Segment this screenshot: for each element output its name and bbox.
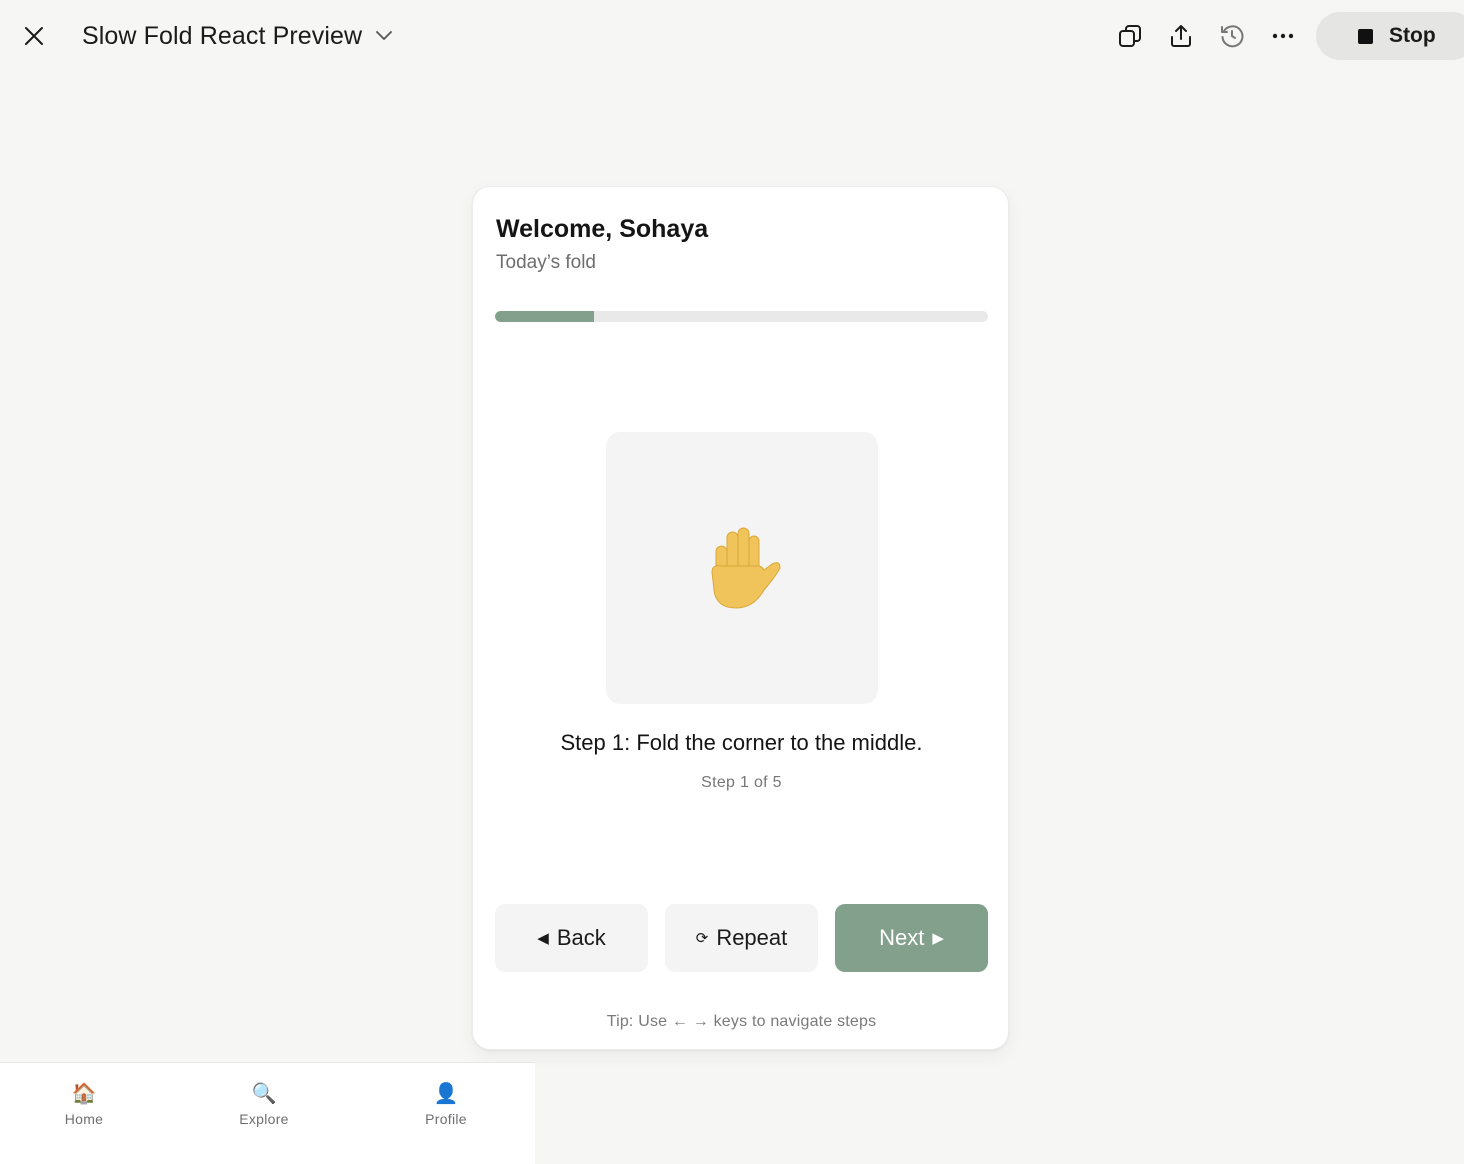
- next-label: Next: [879, 925, 925, 950]
- step-illustration: [606, 432, 878, 704]
- window-title: Slow Fold React Preview: [82, 21, 363, 50]
- welcome-heading: Welcome, Sohaya: [496, 215, 709, 243]
- share-button[interactable]: [1163, 18, 1199, 54]
- copy-button[interactable]: [1112, 18, 1148, 54]
- back-button[interactable]: ◀ Back: [495, 904, 648, 972]
- chevron-down-icon: [376, 31, 393, 40]
- home-icon: 🏠: [71, 1083, 97, 1105]
- share-icon: [1171, 25, 1191, 47]
- stop-button[interactable]: Stop: [1316, 12, 1464, 60]
- step-instruction: Step 1: Fold the corner to the middle.: [560, 730, 923, 755]
- top-bar: Slow Fold React Preview Stop: [0, 0, 1464, 72]
- back-arrow-icon: ◀: [537, 930, 549, 947]
- subtitle: Today’s fold: [496, 252, 596, 273]
- app-window: Slow Fold React Preview Stop Welcome, So…: [0, 0, 1464, 1164]
- hand-icon: [711, 527, 781, 609]
- stop-icon: [1358, 28, 1373, 44]
- fold-card: Welcome, Sohaya Today’s fold Step 1: Fol…: [472, 186, 1009, 1050]
- nav-item-explore[interactable]: 🔍 Explore: [204, 1083, 324, 1127]
- repeat-button[interactable]: ⟳ Repeat: [665, 904, 818, 972]
- nav-label-explore: Explore: [239, 1111, 289, 1127]
- copy-icon: [1119, 25, 1141, 47]
- profile-icon: 👤: [433, 1083, 459, 1105]
- close-icon: [25, 27, 43, 45]
- step-counter: Step 1 of 5: [701, 774, 782, 791]
- next-button[interactable]: Next ▶: [835, 904, 988, 972]
- progress-bar: [495, 311, 988, 322]
- repeat-label: Repeat: [716, 925, 788, 950]
- more-icon: [1272, 33, 1294, 39]
- nav-item-home[interactable]: 🏠 Home: [24, 1083, 144, 1127]
- title-dropdown[interactable]: Slow Fold React Preview: [82, 18, 393, 54]
- nav-label-profile: Profile: [425, 1111, 467, 1127]
- history-icon: [1221, 25, 1244, 48]
- progress-fill: [495, 311, 594, 322]
- bottom-nav: 🏠 Home 🔍 Explore 👤 Profile: [0, 1062, 535, 1164]
- next-arrow-icon: ▶: [932, 930, 944, 947]
- stop-label: Stop: [1389, 24, 1436, 47]
- nav-label-home: Home: [64, 1111, 104, 1127]
- history-button[interactable]: [1214, 18, 1250, 54]
- back-label: Back: [556, 925, 606, 950]
- nav-item-profile[interactable]: 👤 Profile: [386, 1083, 506, 1127]
- close-button[interactable]: [18, 20, 50, 52]
- keyboard-tip: Tip: Use ← → keys to navigate steps: [606, 1013, 877, 1030]
- search-icon: 🔍: [251, 1083, 277, 1105]
- repeat-icon: ⟳: [695, 930, 709, 947]
- more-button[interactable]: [1265, 18, 1301, 54]
